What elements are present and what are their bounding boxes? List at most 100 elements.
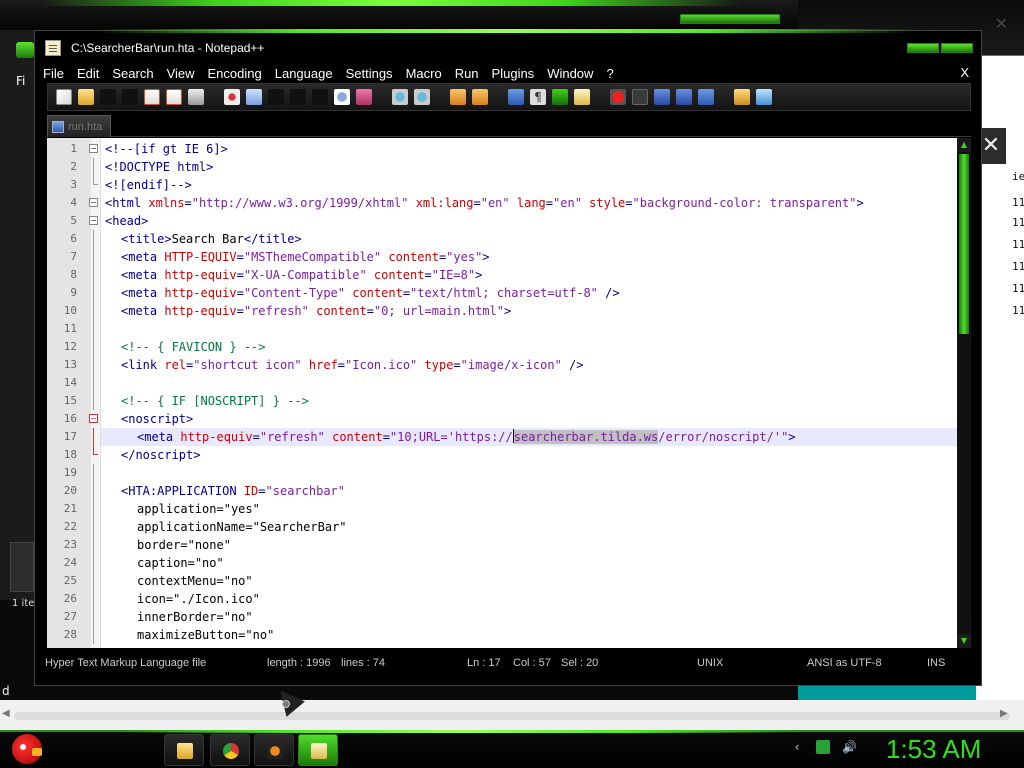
- redo-icon[interactable]: [312, 89, 328, 105]
- menu-language[interactable]: Language: [275, 66, 333, 81]
- save-icon[interactable]: [100, 89, 116, 105]
- zoom-out-icon[interactable]: [414, 89, 430, 105]
- background-close-icon[interactable]: ✕: [995, 14, 1008, 33]
- folder-workspace-icon[interactable]: [734, 89, 750, 105]
- taskbar-chrome[interactable]: [210, 734, 250, 766]
- code-line[interactable]: 24 caption="no": [64, 554, 957, 572]
- minimize-button[interactable]: [907, 43, 939, 53]
- sync-horizontal-icon[interactable]: [472, 89, 488, 105]
- code-line[interactable]: 18 </noscript>: [64, 446, 957, 464]
- record-macro-icon[interactable]: [610, 89, 626, 105]
- stop-macro-icon[interactable]: [632, 89, 648, 105]
- code-line[interactable]: 12 <!-- { FAVICON } -->: [64, 338, 957, 356]
- cut-icon[interactable]: [224, 89, 240, 105]
- copy-icon[interactable]: [246, 89, 262, 105]
- close-icon[interactable]: [144, 89, 160, 105]
- code-line[interactable]: 23 border="none": [64, 536, 957, 554]
- menu-plugins[interactable]: Plugins: [492, 66, 535, 81]
- code-line[interactable]: 5 − <head>: [70, 212, 957, 230]
- fold-toggle-icon[interactable]: −: [89, 198, 98, 207]
- new-file-icon[interactable]: [56, 89, 72, 105]
- code-line[interactable]: 4 − <html xmlns="http://www.w3.org/1999/xh…: [70, 194, 957, 212]
- menu-encoding[interactable]: Encoding: [208, 66, 262, 81]
- scroll-track[interactable]: [14, 712, 1010, 720]
- code-line[interactable]: 16 − <noscript>: [64, 410, 957, 428]
- save-macro-icon[interactable]: [698, 89, 714, 105]
- taskbar-clock[interactable]: 1:53 AM: [886, 734, 981, 765]
- code-line[interactable]: 11: [64, 320, 957, 338]
- code-line[interactable]: 27 innerBorder="no": [64, 608, 957, 626]
- tab-run-hta[interactable]: run.hta: [47, 115, 111, 137]
- green-tab-icon[interactable]: [16, 42, 34, 58]
- menu-settings[interactable]: Settings: [346, 66, 393, 81]
- code-line[interactable]: 7 <meta HTTP-EQUIV="MSThemeCompatible" co…: [70, 248, 957, 266]
- play-multiple-icon[interactable]: [676, 89, 692, 105]
- save-all-icon[interactable]: [122, 89, 138, 105]
- scroll-left-icon[interactable]: ◀: [2, 708, 10, 719]
- code-line[interactable]: 25 contextMenu="no": [64, 572, 957, 590]
- scroll-down-icon[interactable]: ▼: [957, 634, 971, 648]
- fold-toggle-icon[interactable]: −: [89, 144, 98, 153]
- close-document-button[interactable]: X: [960, 65, 969, 80]
- code-editor[interactable]: 1− <!--[if gt IE 6]> 2 <!DOCTYPE html> 3 <![e…: [47, 138, 971, 648]
- code-line[interactable]: 2 <!DOCTYPE html>: [70, 158, 957, 176]
- maximize-button[interactable]: [941, 43, 973, 53]
- menu-edit[interactable]: Edit: [77, 66, 99, 81]
- replace-icon[interactable]: [356, 89, 372, 105]
- scroll-thumb[interactable]: [959, 154, 969, 334]
- network-icon[interactable]: [816, 740, 830, 754]
- title-bar[interactable]: C:\SearcherBar\run.hta - Notepad++: [35, 33, 981, 63]
- code-line[interactable]: 14: [64, 374, 957, 392]
- code-line[interactable]: 20 <HTA:APPLICATION ID="searchbar": [64, 482, 957, 500]
- code-area[interactable]: 1− <!--[if gt IE 6]> 2 <!DOCTYPE html> 3 <![e…: [64, 138, 957, 648]
- menu-window[interactable]: Window: [547, 66, 593, 81]
- menu-macro[interactable]: Macro: [406, 66, 442, 81]
- find-icon[interactable]: [334, 89, 350, 105]
- code-line[interactable]: 6 <title>Search Bar</title>: [70, 230, 957, 248]
- code-line[interactable]: 19: [64, 464, 957, 482]
- open-file-icon[interactable]: [78, 89, 94, 105]
- code-line[interactable]: 3 <![endif]-->: [70, 176, 957, 194]
- indent-guide-icon[interactable]: [552, 89, 568, 105]
- sync-vertical-icon[interactable]: [450, 89, 466, 105]
- window-caption-buttons[interactable]: [680, 14, 780, 24]
- fold-toggle-icon[interactable]: −: [89, 414, 98, 423]
- menu-file[interactable]: File: [43, 66, 64, 81]
- show-all-chars-icon[interactable]: ¶: [530, 89, 546, 105]
- vertical-scrollbar[interactable]: ▲ ▼: [957, 138, 971, 648]
- volume-icon[interactable]: 🔊: [842, 740, 857, 754]
- zoom-in-icon[interactable]: [392, 89, 408, 105]
- menu-view[interactable]: View: [167, 66, 195, 81]
- code-line[interactable]: 15 <!-- { IF [NOSCRIPT] } -->: [64, 392, 957, 410]
- fold-toggle-icon[interactable]: −: [89, 216, 98, 225]
- taskbar-notepadpp[interactable]: [298, 734, 338, 766]
- code-line[interactable]: 28 maximizeButton="no": [64, 626, 957, 644]
- code-line[interactable]: 9 <meta http-equiv="Content-Type" content…: [70, 284, 957, 302]
- scroll-right-icon[interactable]: ▶: [1000, 708, 1008, 719]
- code-line[interactable]: 1 − <!--[if gt IE 6]>: [70, 140, 957, 158]
- background-horizontal-scrollbar[interactable]: d ◀ ▶: [0, 684, 1024, 732]
- word-wrap-icon[interactable]: [508, 89, 524, 105]
- code-line[interactable]: 17 <meta http-equiv="refresh" content="10…: [64, 428, 957, 446]
- tray-chevron-icon[interactable]: ‹: [790, 740, 804, 754]
- code-line[interactable]: 22 applicationName="SearcherBar": [64, 518, 957, 536]
- menu-run[interactable]: Run: [455, 66, 479, 81]
- code-line[interactable]: 10 <meta http-equiv="refresh" content="0;…: [64, 302, 957, 320]
- menu-search[interactable]: Search: [112, 66, 153, 81]
- code-line[interactable]: 13 <link rel="shortcut icon" href="Icon.i…: [64, 356, 957, 374]
- code-line[interactable]: 21 application="yes": [64, 500, 957, 518]
- code-line[interactable]: 26 icon="./Icon.ico": [64, 590, 957, 608]
- scroll-up-icon[interactable]: ▲: [957, 138, 971, 152]
- close-all-icon[interactable]: [166, 89, 182, 105]
- taskbar-search-app[interactable]: [254, 734, 294, 766]
- print-icon[interactable]: [188, 89, 204, 105]
- spell-check-icon[interactable]: [756, 89, 772, 105]
- notepad-icon[interactable]: [45, 40, 61, 56]
- doc-map-icon[interactable]: [574, 89, 590, 105]
- undo-icon[interactable]: [290, 89, 306, 105]
- menu-help[interactable]: ?: [606, 66, 613, 81]
- play-macro-icon[interactable]: [654, 89, 670, 105]
- start-button[interactable]: [8, 732, 48, 768]
- taskbar-explorer[interactable]: [164, 734, 204, 766]
- code-line[interactable]: 8 <meta http-equiv="X-UA-Compatible" cont…: [70, 266, 957, 284]
